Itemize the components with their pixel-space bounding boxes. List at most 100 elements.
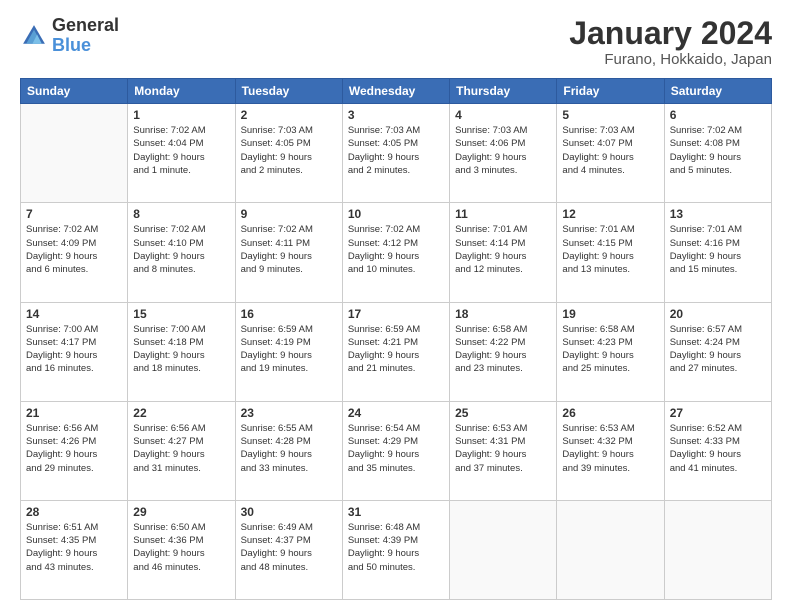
week-row-3: 21Sunrise: 6:56 AM Sunset: 4:26 PM Dayli… bbox=[21, 401, 772, 500]
day-cell: 4Sunrise: 7:03 AM Sunset: 4:06 PM Daylig… bbox=[450, 104, 557, 203]
day-number: 25 bbox=[455, 406, 551, 420]
week-row-0: 1 Sunrise: 7:02 AM Sunset: 4:04 PM Daylig… bbox=[21, 104, 772, 203]
day-cell: 22 Sunrise: 6:56 AM Sunset: 4:27 PM Dayli… bbox=[128, 401, 235, 500]
day-number: 7 bbox=[26, 207, 122, 221]
day-cell: 11 Sunrise: 7:01 AM Sunset: 4:14 PM Dayli… bbox=[450, 203, 557, 302]
day-cell: 20 Sunrise: 6:57 AM Sunset: 4:24 PM Dayli… bbox=[664, 302, 771, 401]
header-cell-tuesday: Tuesday bbox=[235, 79, 342, 104]
day-number: 27 bbox=[670, 406, 766, 420]
header-row: SundayMondayTuesdayWednesdayThursdayFrid… bbox=[21, 79, 772, 104]
day-cell: 7Sunrise: 7:02 AM Sunset: 4:09 PM Daylig… bbox=[21, 203, 128, 302]
day-cell: 24Sunrise: 6:54 AM Sunset: 4:29 PM Dayli… bbox=[342, 401, 449, 500]
day-info: Sunrise: 7:03 AM Sunset: 4:05 PM Dayligh… bbox=[348, 124, 444, 177]
day-info: Sunrise: 6:53 AM Sunset: 4:32 PM Dayligh… bbox=[562, 422, 658, 475]
day-info: Sunrise: 6:59 AM Sunset: 4:21 PM Dayligh… bbox=[348, 323, 444, 376]
day-cell: 27 Sunrise: 6:52 AM Sunset: 4:33 PM Dayli… bbox=[664, 401, 771, 500]
day-number: 14 bbox=[26, 307, 122, 321]
header-cell-sunday: Sunday bbox=[21, 79, 128, 104]
day-number: 28 bbox=[26, 505, 122, 519]
day-info: Sunrise: 7:03 AM Sunset: 4:05 PM Dayligh… bbox=[241, 124, 337, 177]
day-number: 11 bbox=[455, 207, 551, 221]
day-number: 6 bbox=[670, 108, 766, 122]
day-number: 21 bbox=[26, 406, 122, 420]
day-cell: 6 Sunrise: 7:02 AM Sunset: 4:08 PM Daylig… bbox=[664, 104, 771, 203]
day-cell: 26 Sunrise: 6:53 AM Sunset: 4:32 PM Dayli… bbox=[557, 401, 664, 500]
day-info: Sunrise: 7:02 AM Sunset: 4:12 PM Dayligh… bbox=[348, 223, 444, 276]
logo-icon bbox=[20, 22, 48, 50]
day-number: 22 bbox=[133, 406, 229, 420]
day-number: 9 bbox=[241, 207, 337, 221]
day-number: 15 bbox=[133, 307, 229, 321]
day-cell: 31 Sunrise: 6:48 AM Sunset: 4:39 PM Dayli… bbox=[342, 500, 449, 599]
day-number: 23 bbox=[241, 406, 337, 420]
day-cell: 19 Sunrise: 6:58 AM Sunset: 4:23 PM Dayli… bbox=[557, 302, 664, 401]
day-info: Sunrise: 7:03 AM Sunset: 4:07 PM Dayligh… bbox=[562, 124, 658, 177]
header-cell-thursday: Thursday bbox=[450, 79, 557, 104]
day-number: 20 bbox=[670, 307, 766, 321]
day-number: 3 bbox=[348, 108, 444, 122]
day-cell: 29Sunrise: 6:50 AM Sunset: 4:36 PM Dayli… bbox=[128, 500, 235, 599]
week-row-4: 28 Sunrise: 6:51 AM Sunset: 4:35 PM Dayli… bbox=[21, 500, 772, 599]
day-cell: 5 Sunrise: 7:03 AM Sunset: 4:07 PM Daylig… bbox=[557, 104, 664, 203]
day-info: Sunrise: 6:57 AM Sunset: 4:24 PM Dayligh… bbox=[670, 323, 766, 376]
day-number: 17 bbox=[348, 307, 444, 321]
logo-line2: Blue bbox=[52, 35, 91, 55]
day-cell: 14 Sunrise: 7:00 AM Sunset: 4:17 PM Dayli… bbox=[21, 302, 128, 401]
day-number: 30 bbox=[241, 505, 337, 519]
day-cell: 13 Sunrise: 7:01 AM Sunset: 4:16 PM Dayli… bbox=[664, 203, 771, 302]
day-info: Sunrise: 6:56 AM Sunset: 4:27 PM Dayligh… bbox=[133, 422, 229, 475]
day-info: Sunrise: 7:02 AM Sunset: 4:04 PM Dayligh… bbox=[133, 124, 229, 177]
day-info: Sunrise: 7:02 AM Sunset: 4:08 PM Dayligh… bbox=[670, 124, 766, 177]
day-info: Sunrise: 6:49 AM Sunset: 4:37 PM Dayligh… bbox=[241, 521, 337, 574]
day-cell: 15 Sunrise: 7:00 AM Sunset: 4:18 PM Dayli… bbox=[128, 302, 235, 401]
day-info: Sunrise: 7:01 AM Sunset: 4:16 PM Dayligh… bbox=[670, 223, 766, 276]
day-number: 31 bbox=[348, 505, 444, 519]
day-number: 12 bbox=[562, 207, 658, 221]
day-number: 1 bbox=[133, 108, 229, 122]
day-number: 26 bbox=[562, 406, 658, 420]
day-number: 8 bbox=[133, 207, 229, 221]
day-cell: 12 Sunrise: 7:01 AM Sunset: 4:15 PM Dayli… bbox=[557, 203, 664, 302]
day-cell: 25 Sunrise: 6:53 AM Sunset: 4:31 PM Dayli… bbox=[450, 401, 557, 500]
header-cell-saturday: Saturday bbox=[664, 79, 771, 104]
day-cell bbox=[557, 500, 664, 599]
day-cell: 17 Sunrise: 6:59 AM Sunset: 4:21 PM Dayli… bbox=[342, 302, 449, 401]
day-number: 24 bbox=[348, 406, 444, 420]
header-cell-wednesday: Wednesday bbox=[342, 79, 449, 104]
logo-line1: General bbox=[52, 16, 119, 36]
logo: General Blue bbox=[20, 16, 119, 56]
day-number: 5 bbox=[562, 108, 658, 122]
day-cell bbox=[664, 500, 771, 599]
week-row-2: 14 Sunrise: 7:00 AM Sunset: 4:17 PM Dayli… bbox=[21, 302, 772, 401]
day-number: 10 bbox=[348, 207, 444, 221]
day-info: Sunrise: 7:00 AM Sunset: 4:17 PM Dayligh… bbox=[26, 323, 122, 376]
day-cell: 23Sunrise: 6:55 AM Sunset: 4:28 PM Dayli… bbox=[235, 401, 342, 500]
day-info: Sunrise: 7:01 AM Sunset: 4:15 PM Dayligh… bbox=[562, 223, 658, 276]
day-number: 2 bbox=[241, 108, 337, 122]
day-info: Sunrise: 6:53 AM Sunset: 4:31 PM Dayligh… bbox=[455, 422, 551, 475]
day-info: Sunrise: 7:00 AM Sunset: 4:18 PM Dayligh… bbox=[133, 323, 229, 376]
day-info: Sunrise: 6:50 AM Sunset: 4:36 PM Dayligh… bbox=[133, 521, 229, 574]
day-cell: 28 Sunrise: 6:51 AM Sunset: 4:35 PM Dayli… bbox=[21, 500, 128, 599]
day-cell bbox=[450, 500, 557, 599]
header-cell-friday: Friday bbox=[557, 79, 664, 104]
day-number: 16 bbox=[241, 307, 337, 321]
day-number: 18 bbox=[455, 307, 551, 321]
calendar-table: SundayMondayTuesdayWednesdayThursdayFrid… bbox=[20, 78, 772, 600]
day-cell: 16 Sunrise: 6:59 AM Sunset: 4:19 PM Dayli… bbox=[235, 302, 342, 401]
day-info: Sunrise: 6:51 AM Sunset: 4:35 PM Dayligh… bbox=[26, 521, 122, 574]
header: General Blue January 2024 Furano, Hokkai… bbox=[20, 16, 772, 68]
day-info: Sunrise: 6:48 AM Sunset: 4:39 PM Dayligh… bbox=[348, 521, 444, 574]
day-info: Sunrise: 6:58 AM Sunset: 4:22 PM Dayligh… bbox=[455, 323, 551, 376]
day-cell: 9Sunrise: 7:02 AM Sunset: 4:11 PM Daylig… bbox=[235, 203, 342, 302]
logo-text: General Blue bbox=[52, 16, 119, 56]
day-info: Sunrise: 7:01 AM Sunset: 4:14 PM Dayligh… bbox=[455, 223, 551, 276]
day-cell: 30 Sunrise: 6:49 AM Sunset: 4:37 PM Dayli… bbox=[235, 500, 342, 599]
day-info: Sunrise: 6:58 AM Sunset: 4:23 PM Dayligh… bbox=[562, 323, 658, 376]
day-number: 19 bbox=[562, 307, 658, 321]
day-cell: 18 Sunrise: 6:58 AM Sunset: 4:22 PM Dayli… bbox=[450, 302, 557, 401]
day-info: Sunrise: 6:59 AM Sunset: 4:19 PM Dayligh… bbox=[241, 323, 337, 376]
day-info: Sunrise: 6:52 AM Sunset: 4:33 PM Dayligh… bbox=[670, 422, 766, 475]
day-number: 13 bbox=[670, 207, 766, 221]
day-cell: 10 Sunrise: 7:02 AM Sunset: 4:12 PM Dayli… bbox=[342, 203, 449, 302]
